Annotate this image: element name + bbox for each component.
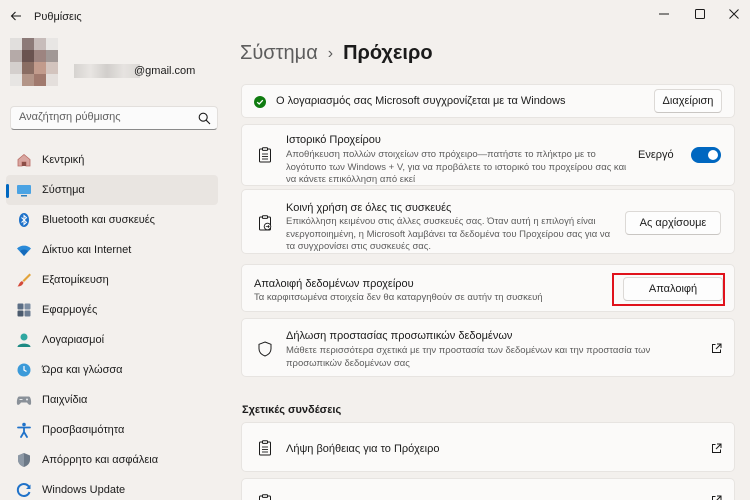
sidebar-item-label: Windows Update (42, 484, 126, 496)
description-line: ενεργοποιημένη, η Microsoft λαμβάνει τα … (286, 228, 611, 240)
close-icon (729, 9, 739, 19)
accounts-icon (17, 333, 31, 347)
sidebar-item-label: Εφαρμογές (42, 304, 98, 316)
bluetooth-icon (19, 213, 29, 227)
sync-status-text: Ο λογαριασμός σας Microsoft συγχρονίζετα… (276, 95, 566, 107)
back-button[interactable] (6, 6, 26, 26)
breadcrumb-separator: › (327, 44, 334, 62)
clipboard-help-label: Λήψη βοήθειας για το Πρόχειρο (286, 443, 440, 455)
clipboard-help-link[interactable]: Λήψη βοήθειας για το Πρόχειρο (241, 422, 735, 472)
related-link-partial[interactable] (241, 478, 735, 500)
clipboard-sync-icon (259, 215, 272, 231)
home-icon (17, 153, 31, 167)
clipboard-history-title: Ιστορικό Προχείρου (286, 134, 381, 146)
sidebar-item-system[interactable]: Σύστημα (6, 175, 218, 205)
privacy-statement-description: Μάθετε περισσότερα σχετικά με την προστα… (286, 345, 650, 370)
description-line: Μάθετε περισσότερα σχετικά με την προστα… (286, 345, 651, 356)
sidebar-item-privacy[interactable]: Απόρρητο και ασφάλεια (6, 445, 218, 475)
sidebar-item-home[interactable]: Κεντρική (6, 145, 218, 175)
shield-icon (18, 453, 30, 467)
gamepad-icon (16, 396, 32, 405)
breadcrumb: Σύστημα › Πρόχειρο (240, 42, 433, 65)
system-icon (17, 185, 31, 197)
check-circle-icon (254, 96, 266, 108)
sidebar-item-apps[interactable]: Εφαρμογές (6, 295, 218, 325)
sidebar-nav: Κεντρική Σύστημα Bluetooth και συσκευές … (6, 145, 218, 500)
description-line: προσωπικών δεδομένων σας (286, 357, 410, 369)
sidebar-item-label: Δίκτυο και Internet (42, 244, 132, 256)
sidebar-item-label: Ώρα και γλώσσα (42, 364, 123, 376)
privacy-statement-title: Δήλωση προστασίας προσωπικών δεδομένων (286, 330, 513, 342)
external-link-icon (712, 495, 722, 500)
external-link-icon (712, 343, 722, 353)
clipboard-icon (259, 494, 271, 500)
manage-button[interactable]: Διαχείριση (654, 89, 722, 113)
description-line: τα συγχρονίσει στις συσκευές σας. (286, 241, 432, 252)
sidebar-item-personalization[interactable]: Εξατομίκευση (6, 265, 218, 295)
search-input[interactable] (19, 111, 189, 123)
sidebar-item-label: Απόρρητο και ασφάλεια (42, 454, 159, 466)
description-line: Επικόλληση κειμένου στις άλλες συσκευές … (286, 216, 596, 227)
description-line: Αποθήκευση πολλών στοιχείων στο πρόχειρο… (286, 149, 596, 160)
sidebar-item-windows-update[interactable]: Windows Update (6, 475, 218, 500)
user-profile[interactable]: @gmail.com (10, 38, 230, 98)
sidebar-item-accessibility[interactable]: Προσβασιμότητα (6, 415, 218, 445)
search-icon (198, 112, 211, 125)
maximize-icon (695, 9, 705, 19)
clipboard-history-toggle-label: Ενεργό (638, 149, 674, 161)
sidebar-item-label: Λογαριασμοί (42, 334, 105, 346)
sidebar-item-label: Εξατομίκευση (42, 274, 109, 286)
clipboard-history-card: Ιστορικό Προχείρου Αποθήκευση πολλών στο… (241, 124, 735, 186)
profile-name-redacted (74, 64, 140, 78)
description-line: λογότυπο των Windows + V, για να προβάλε… (286, 161, 627, 173)
sidebar-item-label: Bluetooth και συσκευές (42, 214, 155, 226)
share-across-devices-title: Κοινή χρήση σε όλες τις συσκευές (286, 202, 452, 214)
back-arrow-icon (10, 11, 21, 21)
clear-clipboard-description: Τα καρφιτσωμένα στοιχεία δεν θα καταργηθ… (254, 292, 543, 303)
avatar (10, 38, 70, 98)
close-button[interactable] (720, 3, 748, 25)
brush-icon (17, 273, 31, 287)
minimize-icon (659, 13, 669, 15)
description-line: να κάνετε επικόλληση από εκεί (286, 174, 416, 185)
minimize-button[interactable] (650, 3, 678, 25)
clear-button-highlight (612, 273, 725, 306)
breadcrumb-parent[interactable]: Σύστημα (240, 42, 318, 65)
window-title: Ρυθμίσεις (34, 11, 82, 23)
sync-status-card: Ο λογαριασμός σας Microsoft συγχρονίζετα… (241, 84, 735, 118)
external-link-icon (712, 443, 722, 453)
sidebar-item-label: Σύστημα (42, 184, 85, 196)
sidebar-item-gaming[interactable]: Παιχνίδια (6, 385, 218, 415)
title-bar: Ρυθμίσεις (0, 0, 750, 34)
privacy-statement-card[interactable]: Δήλωση προστασίας προσωπικών δεδομένων Μ… (241, 318, 735, 377)
sidebar-item-label: Παιχνίδια (42, 394, 88, 406)
related-links-heading: Σχετικές συνδέσεις (242, 404, 342, 416)
sidebar-item-label: Κεντρική (42, 154, 85, 166)
clear-clipboard-title: Απαλοιφή δεδομένων προχείρου (254, 278, 414, 290)
get-started-button[interactable]: Ας αρχίσουμε (625, 211, 721, 235)
time-language-icon (17, 363, 31, 377)
clipboard-history-toggle[interactable] (691, 147, 721, 163)
accessibility-icon (17, 422, 31, 438)
maximize-button[interactable] (686, 3, 714, 25)
sidebar-item-label: Προσβασιμότητα (42, 424, 125, 436)
update-icon (16, 483, 31, 497)
page-title: Πρόχειρο (343, 42, 433, 64)
share-across-devices-card: Κοινή χρήση σε όλες τις συσκευές Επικόλλ… (241, 189, 735, 254)
clipboard-icon (259, 147, 271, 163)
apps-icon (17, 303, 31, 317)
sidebar-item-bluetooth[interactable]: Bluetooth και συσκευές (6, 205, 218, 235)
sidebar-item-accounts[interactable]: Λογαριασμοί (6, 325, 218, 355)
sidebar-item-time-language[interactable]: Ώρα και γλώσσα (6, 355, 218, 385)
clipboard-icon (259, 440, 271, 456)
profile-email: @gmail.com (134, 65, 196, 77)
sidebar-item-network[interactable]: Δίκτυο και Internet (6, 235, 218, 265)
wifi-icon (17, 245, 31, 256)
clipboard-history-description: Αποθήκευση πολλών στοιχείων στο πρόχειρο… (286, 149, 626, 187)
shield-icon (258, 341, 272, 357)
settings-search-box[interactable] (10, 106, 218, 130)
share-across-devices-description: Επικόλληση κειμένου στις άλλες συσκευές … (286, 216, 610, 254)
